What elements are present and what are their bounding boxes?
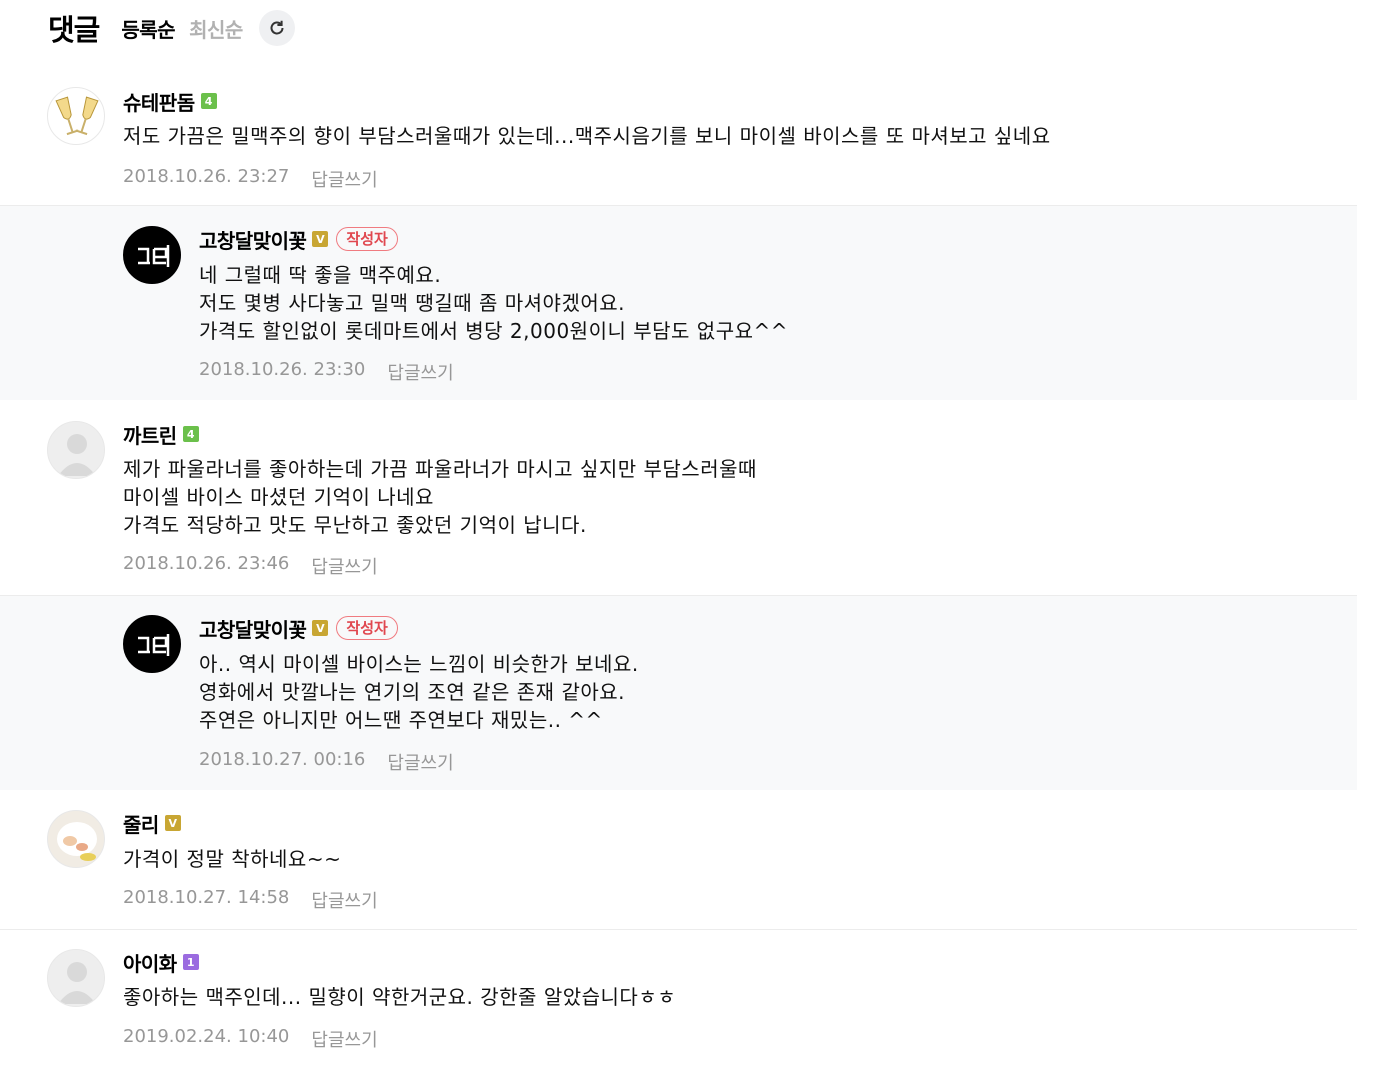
- sort-latest-button[interactable]: 최신순: [189, 14, 243, 43]
- comment-meta: 2018.10.26. 23:27 답글쓰기: [123, 166, 378, 192]
- reply-button[interactable]: 답글쓰기: [387, 359, 453, 385]
- level-badge: 4: [182, 426, 199, 442]
- comments-title: 댓글: [48, 13, 100, 47]
- comment-meta: 2019.02.24. 10:40 답글쓰기: [123, 1026, 378, 1052]
- comment-date: 2018.10.27. 14:58: [123, 887, 290, 908]
- level-badge: 4: [200, 93, 217, 109]
- comment-date: 2018.10.26. 23:30: [199, 359, 366, 380]
- avatar[interactable]: [47, 949, 105, 1007]
- comment-text: 가격이 정말 착하네요~~: [123, 847, 342, 871]
- comment-text: 네 그럴때 딱 좋을 맥주예요. 저도 몇병 사다놓고 밀맥 땡길때 좀 마셔야…: [199, 263, 789, 343]
- comment-author: 고창달맞이꽃 V 작성자: [199, 613, 398, 643]
- comment-date: 2018.10.26. 23:46: [123, 553, 290, 574]
- comment-meta: 2018.10.26. 23:46 답글쓰기: [123, 553, 378, 579]
- comment-text: 제가 파울라너를 좋아하는데 가끔 파울라너가 마시고 싶지만 부담스러울때 마…: [123, 457, 757, 537]
- refresh-icon: [270, 20, 284, 35]
- avatar[interactable]: [123, 615, 181, 673]
- default-profile-icon: [58, 434, 96, 476]
- comment-author: 아이화 1: [123, 947, 199, 977]
- refresh-button[interactable]: [258, 10, 295, 46]
- sort-registered-button[interactable]: 등록순: [121, 14, 175, 43]
- comment-author: 까트린 4: [123, 419, 199, 449]
- reply-button[interactable]: 답글쓰기: [311, 166, 377, 192]
- level-badge: V: [312, 620, 329, 636]
- reply-button[interactable]: 답글쓰기: [311, 553, 377, 579]
- comment-text: 아.. 역시 마이셀 바이스는 느낌이 비슷한가 보네요. 영화에서 맛깔나는 …: [199, 652, 639, 732]
- comment-item: 슈테판돔 4 저도 가끔은 밀맥주의 향이 부담스러울때가 있는데...맥주시음…: [0, 70, 1357, 206]
- comment-text: 좋아하는 맥주인데... 밀향이 약한거군요. 강한줄 알았습니다ㅎㅎ: [123, 985, 677, 1009]
- champagne-glasses-icon: [55, 96, 99, 136]
- comment-item: 아이화 1 좋아하는 맥주인데... 밀향이 약한거군요. 강한줄 알았습니다ㅎ…: [0, 930, 1357, 1067]
- comment-header: 댓글 등록순 최신순: [48, 8, 295, 48]
- level-badge: V: [164, 815, 181, 831]
- comment-meta: 2018.10.27. 14:58 답글쓰기: [123, 887, 378, 913]
- blog-logo-icon: [138, 245, 170, 267]
- reply-button[interactable]: 답글쓰기: [387, 749, 453, 775]
- comment-author: 슈테판돔 4: [123, 86, 217, 116]
- reply-item: 고창달맞이꽃 V 작성자 네 그럴때 딱 좋을 맥주예요. 저도 몇병 사다놓고…: [0, 206, 1357, 400]
- avatar[interactable]: [47, 87, 105, 145]
- comment-author: 줄리 V: [123, 808, 181, 838]
- comment-date: 2019.02.24. 10:40: [123, 1026, 290, 1047]
- reply-button[interactable]: 답글쓰기: [311, 1026, 377, 1052]
- comment-item: 줄리 V 가격이 정말 착하네요~~ 2018.10.27. 14:58 답글쓰…: [0, 791, 1357, 930]
- comment-meta: 2018.10.27. 00:16 답글쓰기: [199, 749, 454, 775]
- avatar[interactable]: [47, 810, 105, 868]
- reply-item: 고창달맞이꽃 V 작성자 아.. 역시 마이셀 바이스는 느낌이 비슷한가 보네…: [0, 596, 1357, 790]
- nickname[interactable]: 슈테판돔: [123, 87, 195, 116]
- nickname[interactable]: 아이화: [123, 948, 177, 977]
- reply-button[interactable]: 답글쓰기: [311, 887, 377, 913]
- level-badge: V: [312, 231, 329, 247]
- comment-item: 까트린 4 제가 파울라너를 좋아하는데 가끔 파울라너가 마시고 싶지만 부담…: [0, 401, 1357, 596]
- comment-date: 2018.10.27. 00:16: [199, 749, 366, 770]
- default-profile-icon: [58, 962, 96, 1004]
- comment-text: 저도 가끔은 밀맥주의 향이 부담스러울때가 있는데...맥주시음기를 보니 마…: [123, 124, 1051, 148]
- nickname[interactable]: 까트린: [123, 420, 177, 449]
- nickname[interactable]: 고창달맞이꽃: [199, 225, 307, 254]
- level-badge: 1: [182, 954, 199, 970]
- nickname[interactable]: 고창달맞이꽃: [199, 614, 307, 643]
- author-tag: 작성자: [336, 616, 398, 640]
- author-tag: 작성자: [336, 227, 398, 251]
- avatar[interactable]: [47, 421, 105, 479]
- blog-logo-icon: [138, 634, 170, 656]
- comment-meta: 2018.10.26. 23:30 답글쓰기: [199, 359, 454, 385]
- comment-date: 2018.10.26. 23:27: [123, 166, 290, 187]
- nickname[interactable]: 줄리: [123, 809, 159, 838]
- comment-author: 고창달맞이꽃 V 작성자: [199, 224, 398, 254]
- profile-photo-icon: [57, 822, 97, 861]
- avatar[interactable]: [123, 226, 181, 284]
